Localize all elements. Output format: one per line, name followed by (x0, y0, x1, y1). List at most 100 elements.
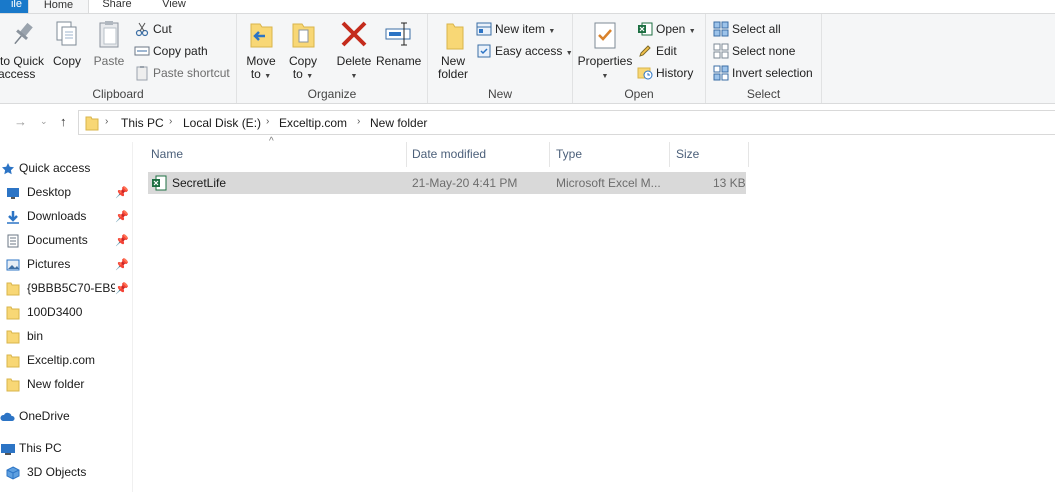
sidebar-item-label: 100D3400 (27, 305, 83, 319)
tab-share[interactable]: Share (89, 0, 145, 13)
sidebar-item-bin[interactable]: bin (0, 325, 133, 347)
pin-icon[interactable]: 📌 (115, 278, 129, 299)
breadcrumb-this-pc[interactable]: This PC (121, 116, 164, 130)
history-icon (637, 65, 653, 81)
delete-dropdown-caret[interactable]: ▼ (351, 73, 358, 80)
up-arrow-icon[interactable]: ↑ (60, 114, 67, 129)
documents-icon (6, 233, 20, 248)
sidebar-item-exceltip[interactable]: Exceltip.com (0, 349, 133, 371)
table-row[interactable]: SecretLife 21-May-20 4:41 PM Microsoft E… (148, 172, 746, 194)
breadcrumb-local-disk[interactable]: Local Disk (E:) (183, 116, 261, 130)
sidebar-item-documents[interactable]: Documents 📌 (0, 229, 133, 251)
pin-icon[interactable]: 📌 (115, 230, 129, 251)
invert-selection-button[interactable]: Invert selection (713, 63, 813, 83)
sidebar-item-label: Exceltip.com (27, 353, 96, 367)
breadcrumb-exceltip[interactable]: Exceltip.com (279, 116, 347, 130)
sidebar-item-100d3400[interactable]: 100D3400 (0, 301, 133, 323)
computer-icon (0, 441, 15, 455)
tab-home[interactable]: Home (28, 0, 89, 13)
new-item-button[interactable]: New item ▼ (476, 19, 555, 39)
cube-icon (6, 465, 20, 480)
breadcrumb-separator[interactable]: › (266, 116, 269, 127)
invert-selection-icon (713, 65, 729, 81)
new-folder-button[interactable]: New folder (434, 18, 472, 81)
pin-icon[interactable]: 📌 (115, 254, 129, 275)
tab-view[interactable]: View (145, 0, 203, 13)
breadcrumb-separator[interactable]: › (105, 116, 108, 127)
column-header-name[interactable]: Name (148, 142, 407, 167)
cut-label: Cut (153, 22, 172, 36)
column-header-label: Date modified (412, 147, 487, 161)
file-size: 13 KB (713, 176, 746, 190)
cut-button[interactable]: Cut (134, 19, 172, 39)
sidebar-item-quick-access[interactable]: Quick access (0, 157, 133, 179)
back-arrow-icon[interactable]: → (14, 114, 27, 129)
copy-to-button[interactable]: Copy to ▼ (285, 18, 321, 83)
breadcrumb-separator[interactable]: › (169, 116, 172, 127)
new-group-label: New (487, 87, 512, 101)
select-none-label: Select none (732, 44, 796, 58)
recent-locations-chevron-icon[interactable]: ⌄ (40, 116, 48, 127)
copy-button[interactable]: Copy (50, 18, 84, 68)
move-to-label-line2: to ▼ (250, 67, 272, 81)
copy-folder-icon (287, 18, 319, 52)
rename-button[interactable]: Rename (376, 18, 422, 68)
excel-icon (637, 21, 653, 37)
new-item-label: New item (495, 22, 546, 36)
open-button[interactable]: Open ▼ (637, 19, 696, 39)
delete-button[interactable]: Delete ▼ (333, 18, 375, 83)
column-header-type[interactable]: Type (550, 142, 670, 167)
column-header-label: Name (151, 147, 184, 161)
address-bar[interactable]: › This PC › Local Disk (E:) › Exceltip.c… (78, 110, 1055, 135)
organize-group-label: Organize (307, 87, 357, 101)
column-header-label: Type (556, 147, 583, 161)
sidebar-item-label: Documents (27, 233, 88, 247)
sidebar-item-new-folder[interactable]: New folder (0, 373, 133, 395)
sidebar-item-this-pc[interactable]: This PC (0, 437, 133, 459)
properties-dropdown-caret[interactable]: ▼ (602, 73, 609, 80)
paste-shortcut-button[interactable]: Paste shortcut (134, 63, 230, 83)
sidebar-item-pictures[interactable]: Pictures 📌 (0, 253, 133, 275)
breadcrumb-new-folder[interactable]: New folder (370, 116, 427, 130)
tab-file[interactable]: ile (0, 0, 28, 13)
rename-label: Rename (376, 54, 422, 68)
column-header-date-modified[interactable]: Date modified (407, 142, 550, 167)
select-all-button[interactable]: Select all (713, 19, 781, 39)
paste-shortcut-label: Paste shortcut (153, 66, 230, 80)
cloud-icon (0, 409, 15, 423)
move-to-button[interactable]: Move to ▼ (243, 18, 279, 83)
folder-icon (6, 329, 20, 344)
easy-access-button[interactable]: Easy access ▼ (476, 41, 573, 61)
sidebar-item-3d-objects[interactable]: 3D Objects (0, 461, 133, 483)
pin-icon[interactable]: 📌 (115, 182, 129, 203)
sidebar-item-desktop[interactable]: Desktop 📌 (0, 181, 133, 203)
sidebar-item-label: This PC (19, 441, 62, 455)
column-header-size[interactable]: Size (670, 142, 749, 167)
select-group: Select all Select none Invert selection … (706, 14, 822, 103)
navigation-bar: → ⌄ ↑ › This PC › Local Disk (E:) › Exce… (0, 110, 1055, 136)
folder-icon (6, 353, 20, 368)
sidebar-item-label: bin (27, 329, 44, 343)
pin-label-line2: access (0, 67, 36, 81)
paste-label: Paste (93, 54, 125, 68)
address-folder-icon (85, 115, 99, 134)
copy-path-button[interactable]: Copy path (134, 41, 208, 61)
sidebar-item-guid-folder[interactable]: {9BBB5C70-EB9A 📌 (0, 277, 133, 299)
edit-label: Edit (656, 44, 677, 58)
pin-icon[interactable]: 📌 (115, 206, 129, 227)
new-folder-label-line2: folder (437, 67, 469, 81)
properties-button[interactable]: Properties ▼ (577, 18, 633, 83)
history-button[interactable]: History (637, 63, 693, 83)
paste-button[interactable]: Paste (92, 18, 126, 68)
desktop-icon (6, 185, 20, 199)
sidebar-item-downloads[interactable]: Downloads 📌 (0, 205, 133, 227)
select-none-button[interactable]: Select none (713, 41, 795, 61)
pin-to-quick-access-button[interactable]: to Quick access (0, 18, 46, 81)
easy-access-label: Easy access (495, 44, 563, 58)
edit-button[interactable]: Edit (637, 41, 677, 61)
select-none-icon (713, 43, 729, 59)
breadcrumb-separator[interactable]: › (357, 116, 360, 127)
open-label: Open (656, 22, 686, 36)
sidebar-item-onedrive[interactable]: OneDrive (0, 405, 133, 427)
sidebar-item-label: Pictures (27, 257, 71, 271)
